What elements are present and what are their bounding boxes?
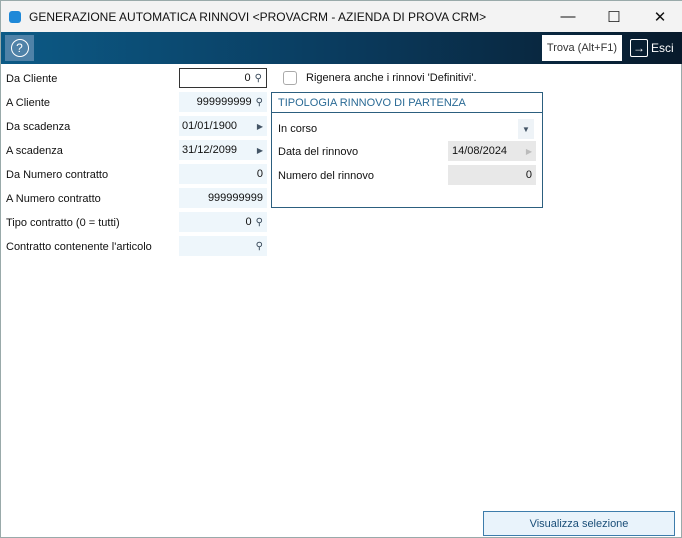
da-scadenza-input[interactable]: 01/01/1900 ▶ [179,116,267,136]
number-label: Numero del rinnovo [278,170,374,182]
find-button[interactable]: Trova (Alt+F1) [542,35,622,61]
a-cliente-input[interactable]: 999999999 ⚲ [179,92,267,112]
tipologia-rinnovo-group: TIPOLOGIA RINNOVO DI PARTENZA In corso ▼… [271,92,543,208]
da-cliente-value: 0 [244,72,251,84]
tipologia-value: In corso [278,123,318,135]
date-value: 14/08/2024 [452,145,508,157]
title-bar: GENERAZIONE AUTOMATICA RINNOVI <PROVACRM… [1,1,682,32]
date-field: 14/08/2024 ▶ [448,141,536,161]
label-a-cliente: A Cliente [6,97,51,109]
close-button[interactable]: ✕ [637,1,682,32]
exit-icon: → [630,39,648,57]
label-contratto-articolo: Contratto contenente l'articolo [6,241,152,253]
a-scadenza-input[interactable]: 31/12/2099 ▶ [179,140,267,160]
search-icon[interactable]: ⚲ [256,241,263,252]
regen-definitivi-label: Rigenera anche i rinnovi 'Definitivi'. [306,72,477,84]
date-label: Data del rinnovo [278,146,359,158]
app-icon [9,10,21,23]
label-da-numero-contratto: Da Numero contratto [6,169,109,181]
toolbar: ? Trova (Alt+F1) → Esci [1,32,682,64]
a-cliente-value: 999999999 [196,96,252,108]
help-icon: ? [10,39,29,57]
regen-definitivi-checkbox[interactable] [283,71,297,85]
label-da-cliente: Da Cliente [6,73,58,85]
label-da-scadenza: Da scadenza [6,121,71,133]
help-button[interactable]: ? [5,35,34,61]
a-scadenza-value: 31/12/2099 [182,144,238,156]
calendar-arrow-icon[interactable]: ▶ [257,146,263,155]
group-title: TIPOLOGIA RINNOVO DI PARTENZA [272,93,542,113]
chevron-down-icon[interactable]: ▼ [518,119,534,139]
show-selection-button[interactable]: Visualizza selezione [483,511,675,536]
search-icon[interactable]: ⚲ [256,217,263,228]
contratto-articolo-input[interactable]: ⚲ [179,236,267,256]
a-numero-contratto-input[interactable]: 999999999 [179,188,267,208]
calendar-arrow-icon[interactable]: ▶ [257,122,263,131]
label-a-scadenza: A scadenza [6,145,63,157]
calendar-arrow-icon: ▶ [525,146,532,156]
minimize-button[interactable]: — [545,1,591,32]
number-field: 0 [448,165,536,185]
da-numero-contratto-input[interactable]: 0 [179,164,267,184]
tipologia-select[interactable]: In corso ▼ [278,119,534,139]
maximize-button[interactable]: ☐ [591,1,637,32]
search-icon[interactable]: ⚲ [256,97,263,108]
exit-button[interactable]: → Esci [630,35,674,61]
da-scadenza-value: 01/01/1900 [182,120,238,132]
exit-label: Esci [651,41,674,55]
tipo-contratto-input[interactable]: 0 ⚲ [179,212,267,232]
search-icon[interactable]: ⚲ [255,73,262,84]
window-title: GENERAZIONE AUTOMATICA RINNOVI <PROVACRM… [29,9,487,24]
tipo-contratto-value: 0 [245,216,252,228]
label-tipo-contratto: Tipo contratto (0 = tutti) [6,217,120,229]
da-cliente-input[interactable]: 0 ⚲ [179,68,267,88]
label-a-numero-contratto: A Numero contratto [6,193,101,205]
